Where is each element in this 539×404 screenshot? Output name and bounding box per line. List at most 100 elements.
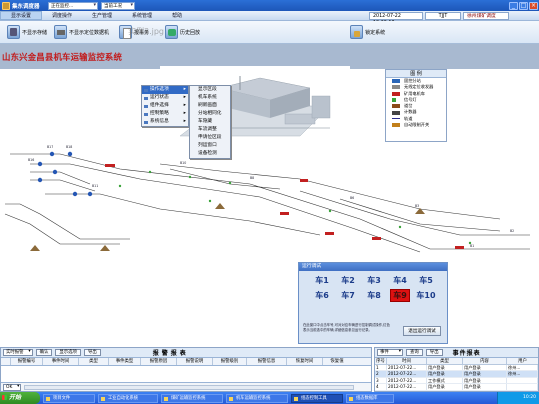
monitor-canvas[interactable]: 山东兴金昌县机车运输监控系统 操作选项 ▸ 运行状态 ▸ 组件选择 ▸ 控制策略 ▸ 系…: [0, 44, 539, 347]
no-storage-button[interactable]: 不显示存储: [7, 25, 47, 39]
close-button[interactable]: ×: [529, 1, 538, 10]
car-button[interactable]: 车6: [309, 290, 335, 301]
submenu-item[interactable]: 机车系统: [190, 94, 230, 102]
ctx-item-control[interactable]: 控制策略 ▸: [142, 110, 188, 118]
taskbar-item[interactable]: 工业自动化系统: [98, 393, 158, 403]
event-user: 徐州...: [507, 371, 538, 377]
history-label: 历史回放: [180, 29, 201, 36]
no-locator-label: 不显示定位数据机: [69, 29, 110, 36]
car-button[interactable]: 车2: [335, 275, 361, 286]
column-header[interactable]: 恢复值: [323, 358, 351, 365]
start-button[interactable]: 开始: [0, 392, 40, 404]
column-header[interactable]: 事件时间: [43, 358, 79, 365]
monitor-mode-combo[interactable]: 正在监控...: [48, 1, 98, 10]
alarm-table-body[interactable]: [1, 366, 371, 382]
column-header[interactable]: 恢复时间: [287, 358, 323, 365]
show-options-button[interactable]: 显示选项: [55, 349, 81, 356]
car-button[interactable]: 车5: [413, 275, 439, 286]
exit-debug-button[interactable]: 退出运行调试: [403, 326, 441, 336]
submenu-item[interactable]: 显示区段: [190, 86, 230, 94]
table-row[interactable]: 4 2012-07-22... 用户登录 用户登录: [375, 384, 538, 391]
car-button[interactable]: 车1: [309, 275, 335, 286]
column-header[interactable]: 序号: [375, 358, 387, 364]
confirm-button[interactable]: 确认: [35, 349, 53, 356]
track-map[interactable]: B17 B18 B16 B11 B1 B2 B3 B6 B8 B10: [0, 139, 539, 261]
column-header[interactable]: 报警说明: [177, 358, 213, 365]
event-time: 2012-07-22...: [387, 365, 427, 371]
column-header[interactable]: 内容: [463, 358, 507, 364]
taskbar-item[interactable]: 煤矿运输监控系统: [161, 393, 223, 403]
station-label: B1: [470, 244, 474, 248]
column-header[interactable]: 报警编号: [11, 358, 43, 365]
submenu-item[interactable]: 分站相同化: [190, 110, 230, 118]
submenu-item[interactable]: 车流调整: [190, 126, 230, 134]
menu-production[interactable]: 生产管理: [82, 12, 122, 19]
column-header[interactable]: 报警信息: [247, 358, 287, 365]
counter-icon: [392, 110, 400, 115]
column-header[interactable]: 类型: [427, 358, 463, 364]
column-header[interactable]: 用户: [507, 358, 538, 364]
maximize-button[interactable]: □: [519, 1, 528, 10]
menu-bullet-icon: [144, 112, 148, 116]
ok-combo[interactable]: OK: [3, 383, 22, 391]
ctx-item-sysinfo[interactable]: 系统信息 ▸: [142, 118, 188, 126]
column-header[interactable]: 报警原因: [141, 358, 177, 365]
station-label: B11: [92, 184, 98, 188]
car-button[interactable]: 车10: [413, 290, 439, 301]
history-playback-button[interactable]: 历史回放: [165, 25, 200, 39]
menu-help[interactable]: 帮助: [162, 12, 192, 19]
row-marker-header: [1, 358, 11, 365]
locomotive-icon: [392, 91, 400, 96]
submenu-item[interactable]: 刷新画面: [190, 102, 230, 110]
column-header[interactable]: 时间: [387, 358, 427, 364]
station-label: B3: [415, 204, 419, 208]
column-header[interactable]: 类型: [79, 358, 109, 365]
event-table-header: 序号 时间 类型 内容 用户: [375, 358, 538, 365]
event-query-button[interactable]: 查询: [406, 349, 423, 356]
car-button-selected[interactable]: 车9: [390, 289, 410, 302]
event-report-title: 事件报表: [452, 350, 481, 357]
ctx-item-component[interactable]: 组件选择 ▸: [142, 102, 188, 110]
taskbar-item[interactable]: 机车运输监控系统: [226, 393, 288, 403]
menu-dispatch[interactable]: 调度操作: [42, 12, 82, 19]
lock-icon: [350, 25, 364, 39]
no-locator-button[interactable]: 不显示定位数据机: [54, 25, 109, 39]
menu-bar: 显示设置 调度操作 生产管理 系统管理 帮助 2012-07-22 10:20:…: [0, 11, 539, 26]
submenu-item[interactable]: 车隐藏: [190, 118, 230, 126]
car-button[interactable]: 车7: [335, 290, 361, 301]
menu-display-settings[interactable]: 显示设置: [0, 11, 43, 20]
app-title: 集东调度器: [12, 3, 40, 10]
column-header[interactable]: 报警级别: [213, 358, 247, 365]
column-header[interactable]: 事件类型: [109, 358, 141, 365]
lock-system-button[interactable]: 锁定系统: [350, 25, 385, 39]
status-display: TJJT: [425, 11, 461, 20]
event-toolbar: 事件 查询 导出 事件报表: [375, 348, 538, 358]
car-button[interactable]: 车4: [387, 275, 413, 286]
alarm-report-title: 报警报表: [152, 350, 189, 357]
taskbar-item[interactable]: 组态数据库: [346, 393, 394, 403]
work-condition-combo[interactable]: 当前工况: [101, 1, 135, 10]
menu-system[interactable]: 系统管理: [122, 12, 162, 19]
car-button[interactable]: 车3: [361, 275, 387, 286]
minimize-button[interactable]: _: [509, 1, 518, 10]
car-button[interactable]: 车8: [361, 290, 387, 301]
alarm-export-button[interactable]: 导出: [83, 349, 101, 356]
event-content: 用户登录: [463, 377, 507, 384]
event-report-panel: 事件 查询 导出 事件报表 序号 时间 类型 内容 用户 1 2012-07-2…: [374, 347, 539, 392]
legend-row: 自动限制开关: [386, 122, 446, 128]
horizontal-scrollbar[interactable]: [24, 384, 355, 390]
alarm-mode-combo[interactable]: 实时报警: [3, 349, 33, 356]
ctx-item-options-label: 操作选项: [150, 87, 169, 92]
taskbar-item-active[interactable]: 组态控制工具: [291, 393, 343, 403]
switch-icon: [392, 104, 400, 109]
taskbar: 开始 项目文件 工业自动化系统 煤矿运输监控系统 机车运输监控系统 组态控制工具…: [0, 392, 539, 404]
event-time: 2012-07-22...: [387, 377, 427, 384]
chevron-right-icon: ▸: [183, 103, 186, 108]
ctx-item-options[interactable]: 操作选项 ▸: [142, 86, 188, 94]
event-export-button[interactable]: 导出: [425, 349, 443, 356]
taskbar-item[interactable]: 项目文件: [43, 393, 95, 403]
ctx-item-run-status[interactable]: 运行状态 ▸: [142, 94, 188, 102]
lock-label: 锁定系统: [365, 29, 386, 36]
location-display: 徐州煤矿调度: [463, 11, 509, 20]
event-mode-combo[interactable]: 事件: [377, 349, 403, 356]
